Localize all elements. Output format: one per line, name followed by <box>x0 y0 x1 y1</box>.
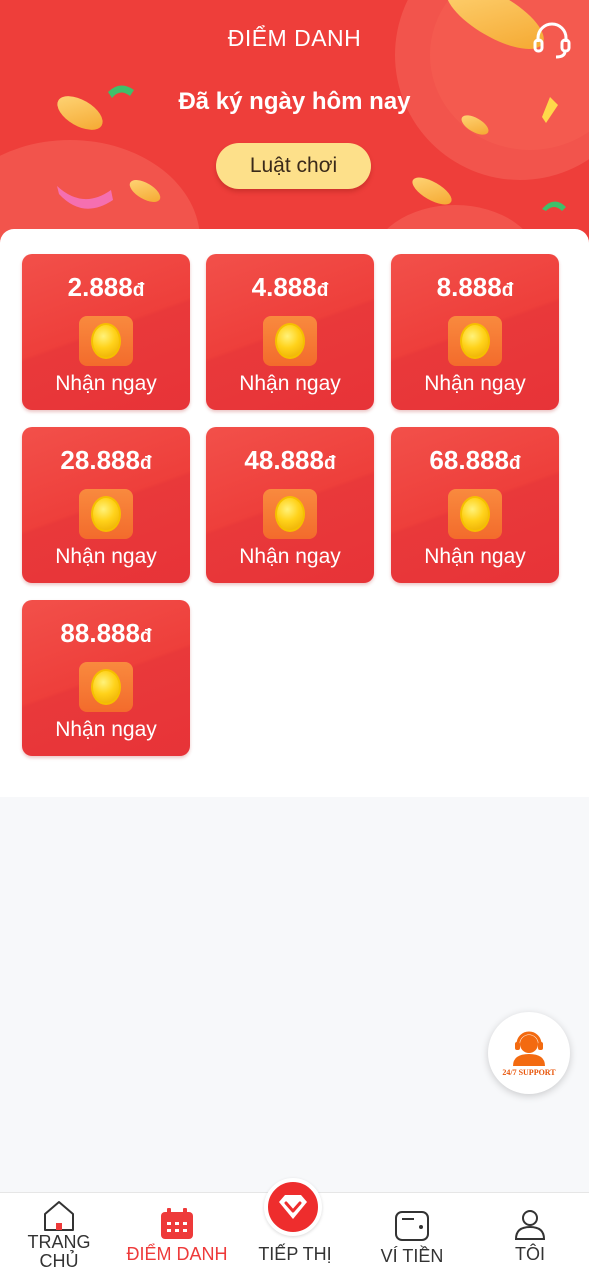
wallet-icon <box>395 1211 429 1241</box>
reward-panel: 2.888đ Nhận ngay 4.888đ Nhận ngay 8.888đ… <box>0 229 589 797</box>
nav-item-profile[interactable]: TÔI <box>471 1193 589 1281</box>
claim-label: Nhận ngay <box>424 372 526 395</box>
nav-label: TÔI <box>515 1244 545 1264</box>
support-float-button[interactable]: 24/7 SUPPORT <box>488 1012 570 1094</box>
reward-amount: 68.888đ <box>429 445 521 475</box>
reward-card[interactable]: 68.888đ Nhận ngay <box>391 427 559 583</box>
confetti-decoration <box>57 186 113 209</box>
coin-icon <box>79 316 133 366</box>
reward-amount: 2.888đ <box>67 272 145 302</box>
coin-icon <box>263 489 317 539</box>
coin-icon <box>448 489 502 539</box>
claim-label: Nhận ngay <box>424 545 526 568</box>
rules-button[interactable]: Luật chơi <box>216 143 371 189</box>
checkin-status: Đã ký ngày hôm nay <box>178 88 411 115</box>
reward-card[interactable]: 28.888đ Nhận ngay <box>22 427 190 583</box>
reward-amount: 48.888đ <box>244 445 336 475</box>
reward-amount: 88.888đ <box>60 618 152 648</box>
nav-label: ĐIỂM DANH <box>126 1244 228 1264</box>
nav-item-wallet[interactable]: VÍ TIỀN <box>353 1193 471 1281</box>
support-label: 24/7 SUPPORT <box>502 1067 556 1077</box>
page-title: ĐIỂM DANH <box>227 25 362 51</box>
claim-label: Nhận ngay <box>55 372 157 395</box>
coin-icon <box>448 316 502 366</box>
reward-card[interactable]: 8.888đ Nhận ngay <box>391 254 559 410</box>
reward-amount: 28.888đ <box>60 445 152 475</box>
claim-label: Nhận ngay <box>239 545 341 568</box>
calendar-icon <box>161 1208 193 1239</box>
marketing-center-button[interactable] <box>264 1178 322 1236</box>
home-icon <box>44 1201 74 1231</box>
nav-item-home[interactable]: TRANG CHỦ <box>0 1193 118 1281</box>
user-icon <box>514 1210 546 1240</box>
reward-card[interactable]: 2.888đ Nhận ngay <box>22 254 190 410</box>
coin-icon <box>79 489 133 539</box>
nav-item-checkin[interactable]: ĐIỂM DANH <box>118 1193 236 1281</box>
reward-amount: 8.888đ <box>436 272 514 302</box>
headset-icon[interactable] <box>532 20 572 60</box>
checkin-header: ĐIỂM DANH Đã ký ngày hôm nay Luật chơi <box>0 0 589 250</box>
reward-amount: 4.888đ <box>251 272 329 302</box>
confetti-decoration <box>542 201 566 211</box>
claim-label: Nhận ngay <box>55 718 157 741</box>
coin-decoration <box>408 172 456 210</box>
coin-icon <box>263 316 317 366</box>
reward-card[interactable]: 4.888đ Nhận ngay <box>206 254 374 410</box>
nav-label: TIẾP THỊ <box>258 1244 332 1264</box>
claim-label: Nhận ngay <box>239 372 341 395</box>
nav-label: VÍ TIỀN <box>380 1246 444 1266</box>
reward-card[interactable]: 48.888đ Nhận ngay <box>206 427 374 583</box>
nav-label: TRANG CHỦ <box>27 1232 91 1271</box>
coin-icon <box>79 662 133 712</box>
reward-card[interactable]: 88.888đ Nhận ngay <box>22 600 190 756</box>
claim-label: Nhận ngay <box>55 545 157 568</box>
support-agent-icon <box>513 1031 545 1066</box>
diamond-icon <box>279 1195 307 1219</box>
